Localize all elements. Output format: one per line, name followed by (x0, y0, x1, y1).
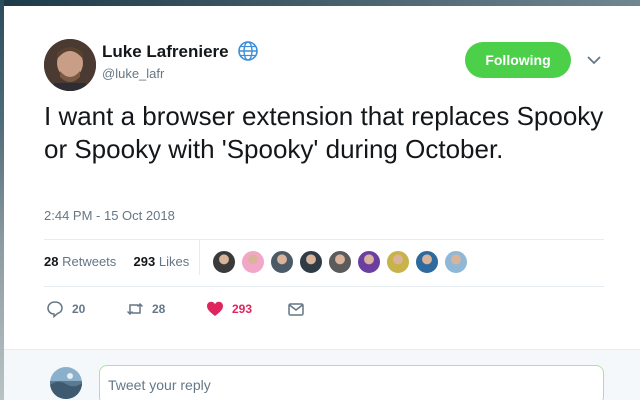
divider-top (44, 239, 604, 240)
retweet-count: 28 (152, 302, 166, 316)
tweet-text: I want a browser extension that replaces… (44, 101, 604, 164)
like-action[interactable]: 293 (206, 300, 252, 320)
chevron-down-icon[interactable] (586, 54, 602, 66)
divider-bottom (44, 286, 604, 287)
author-handle[interactable]: @luke_lafr (102, 66, 164, 81)
following-button[interactable]: Following (465, 42, 571, 78)
liker-avatar[interactable] (328, 250, 352, 274)
liker-avatar[interactable] (241, 250, 265, 274)
reply-area: Tweet your reply (4, 349, 640, 400)
reply-input[interactable]: Tweet your reply (99, 365, 604, 400)
liker-avatar[interactable] (270, 250, 294, 274)
liker-avatar[interactable] (212, 250, 236, 274)
tweet-stats: 28 Retweets 293 Likes (44, 254, 189, 269)
liker-avatar[interactable] (299, 250, 323, 274)
stats-separator (199, 239, 200, 275)
like-count: 293 (232, 302, 253, 316)
retweets-label[interactable]: Retweets (62, 254, 116, 269)
reply-icon (47, 301, 63, 319)
liker-avatar[interactable] (415, 250, 439, 274)
likes-count[interactable]: 293 (134, 254, 156, 269)
tweet-timestamp[interactable]: 2:44 PM - 15 Oct 2018 (44, 208, 175, 223)
likes-label[interactable]: Likes (159, 254, 189, 269)
liker-avatar[interactable] (386, 250, 410, 274)
heart-icon (207, 301, 223, 316)
liker-avatar[interactable] (444, 250, 468, 274)
retweet-action[interactable]: 28 (126, 300, 165, 320)
reply-action[interactable]: 20 (46, 300, 85, 320)
reply-count: 20 (72, 302, 86, 316)
current-user-avatar (50, 367, 82, 399)
envelope-icon (288, 303, 304, 316)
likers-avatars (212, 250, 473, 276)
author-avatar[interactable] (44, 39, 96, 91)
retweets-count[interactable]: 28 (44, 254, 58, 269)
direct-message-action[interactable] (287, 300, 305, 320)
globe-icon (238, 41, 258, 61)
tweet-card: Luke Lafreniere @luke_lafr Following I w… (4, 6, 640, 400)
author-name[interactable]: Luke Lafreniere (102, 42, 229, 62)
retweet-icon (126, 302, 144, 316)
liker-avatar[interactable] (357, 250, 381, 274)
